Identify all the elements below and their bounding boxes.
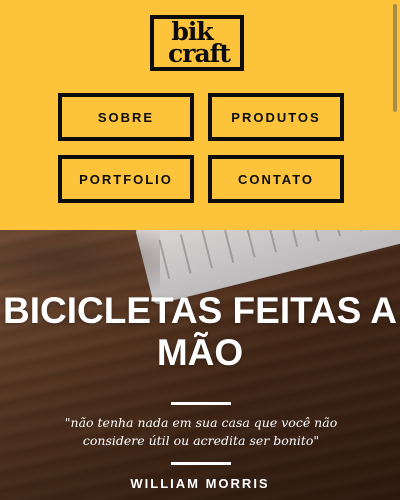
hero-divider-top	[171, 402, 231, 405]
hero-section: BICICLETAS FEITAS A MÃO "não tenha nada …	[0, 230, 400, 500]
nav-link-portfolio[interactable]: PORTFOLIO	[58, 155, 194, 203]
nav-link-produtos[interactable]: PRODUTOS	[208, 93, 344, 141]
hero-quote-author: WILLIAM MORRIS	[130, 476, 270, 491]
nav-link-sobre[interactable]: SOBRE	[58, 93, 194, 141]
site-header: bik craft SOBRE PRODUTOS PORTFOLIO CONTA…	[0, 0, 400, 230]
nav-link-contato[interactable]: CONTATO	[208, 155, 344, 203]
hero-background-shadow	[0, 230, 160, 290]
hero-title: BICICLETAS FEITAS A MÃO	[3, 290, 397, 373]
bikcraft-logo[interactable]: bik craft	[150, 15, 244, 71]
hero-divider-bottom	[171, 462, 231, 465]
page: bik craft SOBRE PRODUTOS PORTFOLIO CONTA…	[0, 0, 400, 500]
logo-text-line2: craft	[168, 39, 231, 68]
hero-quote: "não tenha nada em sua casa que você não…	[64, 415, 338, 448]
scrollbar-thumb[interactable]	[393, 4, 397, 112]
